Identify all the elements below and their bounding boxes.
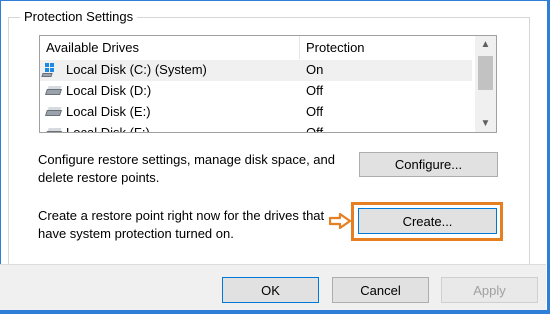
drive-protection: Off [306, 104, 324, 119]
list-header: Available Drives Protection [40, 36, 472, 59]
cancel-button[interactable]: Cancel [332, 277, 429, 303]
drive-name: Local Disk (D:) [66, 83, 152, 98]
header-separator[interactable] [299, 36, 300, 59]
drive-name: Local Disk (F:) [66, 125, 150, 133]
configure-button[interactable]: Configure... [359, 152, 498, 177]
drive-icon [45, 107, 62, 117]
drive-icon [45, 128, 62, 132]
drive-icon [45, 86, 62, 96]
scroll-up-icon[interactable]: ▲ [475, 36, 496, 53]
scroll-thumb[interactable] [478, 56, 493, 90]
group-title: Protection Settings [20, 8, 138, 26]
list-item[interactable]: Local Disk (D:) Off [40, 81, 472, 102]
window-frame-bottom [0, 310, 550, 314]
create-button[interactable]: Create... [358, 208, 497, 234]
header-available-drives[interactable]: Available Drives [46, 40, 139, 55]
list-scrollbar[interactable]: ▲ ▼ [475, 36, 496, 132]
list-item[interactable]: Local Disk (C:) (System) On [40, 60, 472, 81]
drive-base-icon [41, 71, 53, 77]
arrow-right-icon [329, 213, 351, 229]
create-description: Create a restore point right now for the… [38, 208, 325, 241]
list-item[interactable]: Local Disk (E:) Off [40, 102, 472, 123]
drive-name: Local Disk (E:) [66, 104, 151, 119]
dialog-footer: OK Cancel Apply [0, 264, 546, 311]
ok-button[interactable]: OK [222, 277, 319, 303]
drive-name: Local Disk (C:) (System) [66, 62, 207, 77]
drive-protection: On [306, 62, 324, 77]
scroll-down-icon[interactable]: ▼ [475, 115, 496, 132]
drive-protection: Off [306, 83, 324, 98]
apply-button[interactable]: Apply [441, 277, 538, 303]
configure-description: Configure restore settings, manage disk … [38, 152, 336, 185]
drives-list[interactable]: Available Drives Protection Local Disk (… [39, 35, 497, 133]
drive-protection: Off [306, 125, 324, 133]
header-protection[interactable]: Protection [306, 40, 365, 55]
list-item[interactable]: Local Disk (F:) Off [40, 123, 472, 133]
